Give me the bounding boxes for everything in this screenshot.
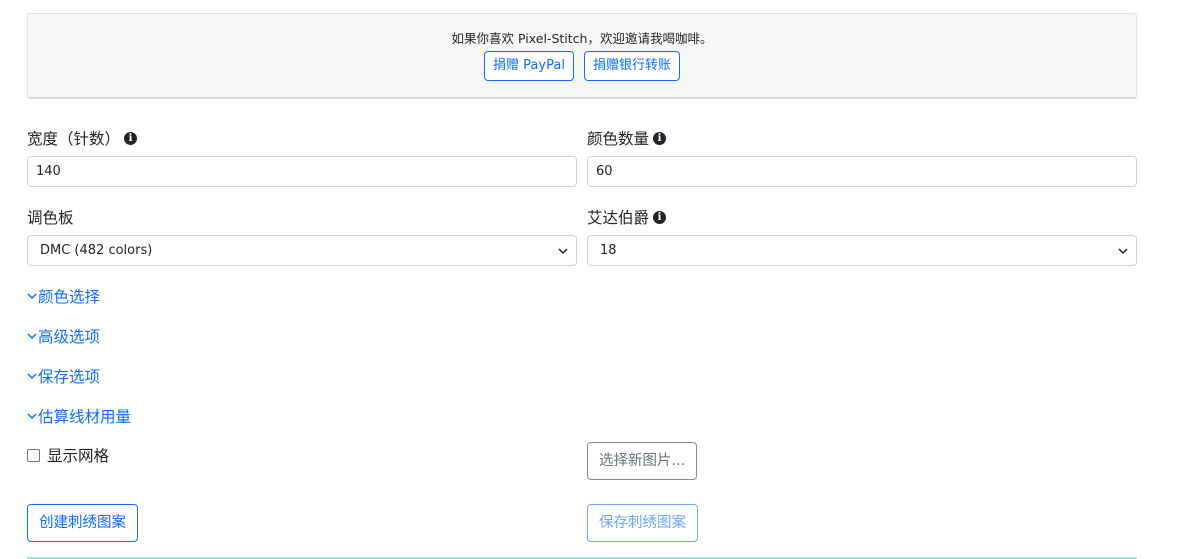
toggle-color-selection[interactable]: 颜色选择 bbox=[27, 285, 100, 307]
chevron-down-icon bbox=[558, 248, 568, 255]
show-grid-checkbox[interactable] bbox=[27, 448, 40, 462]
toggle-save-options-label: 保存选项 bbox=[38, 368, 101, 386]
donate-banner: 如果你喜欢 Pixel-Stitch，欢迎邀请我喝咖啡。 捐赠 PayPal 捐… bbox=[27, 13, 1137, 99]
aida-label: 艾达伯爵 bbox=[587, 209, 650, 227]
palette-label-row: 调色板 bbox=[27, 206, 74, 228]
color-count-label: 颜色数量 bbox=[587, 130, 650, 148]
toggle-advanced-options-label: 高级选项 bbox=[38, 328, 101, 346]
chevron-down-icon bbox=[27, 293, 37, 300]
width-label: 宽度（针数） bbox=[27, 130, 121, 148]
save-pattern-button[interactable]: 保存刺绣图案 bbox=[587, 504, 698, 542]
palette-select[interactable]: DMC (482 colors) bbox=[27, 235, 577, 266]
chevron-down-icon bbox=[27, 373, 37, 380]
toggle-advanced-options[interactable]: 高级选项 bbox=[27, 325, 100, 347]
palette-label: 调色板 bbox=[27, 209, 74, 227]
toggle-estimate-thread-label: 估算线材用量 bbox=[38, 408, 132, 426]
toggle-color-selection-label: 颜色选择 bbox=[38, 288, 101, 306]
palette-selected-value: DMC (482 colors) bbox=[40, 243, 153, 258]
toggle-save-options[interactable]: 保存选项 bbox=[27, 365, 100, 387]
chevron-down-icon bbox=[27, 333, 37, 340]
donate-button-group: 捐赠 PayPal 捐赠银行转账 bbox=[28, 51, 1136, 81]
show-grid-label: 显示网格 bbox=[47, 447, 110, 465]
create-pattern-button[interactable]: 创建刺绣图案 bbox=[27, 504, 138, 542]
toggle-estimate-thread[interactable]: 估算线材用量 bbox=[27, 405, 131, 427]
aida-select[interactable]: 18 bbox=[587, 235, 1137, 266]
choose-image-button[interactable]: 选择新图片... bbox=[587, 442, 698, 480]
info-icon[interactable]: i bbox=[124, 131, 138, 145]
donate-bank-button[interactable]: 捐赠银行转账 bbox=[583, 51, 680, 81]
color-count-label-row: 颜色数量 i bbox=[587, 127, 667, 149]
width-label-row: 宽度（针数） i bbox=[27, 127, 138, 149]
aida-selected-value: 18 bbox=[600, 243, 617, 258]
color-count-input[interactable]: 60 bbox=[587, 156, 1137, 187]
donate-message: 如果你喜欢 Pixel-Stitch，欢迎邀请我喝咖啡。 bbox=[451, 31, 713, 46]
info-icon[interactable]: i bbox=[653, 131, 667, 145]
info-icon[interactable]: i bbox=[653, 210, 667, 224]
chevron-down-icon bbox=[27, 413, 37, 420]
aida-label-row: 艾达伯爵 i bbox=[587, 206, 667, 228]
show-grid-row: 显示网格 bbox=[27, 444, 109, 466]
width-input[interactable]: 140 bbox=[27, 156, 577, 187]
donate-paypal-button[interactable]: 捐赠 PayPal bbox=[484, 51, 574, 81]
chevron-down-icon bbox=[1118, 248, 1128, 255]
